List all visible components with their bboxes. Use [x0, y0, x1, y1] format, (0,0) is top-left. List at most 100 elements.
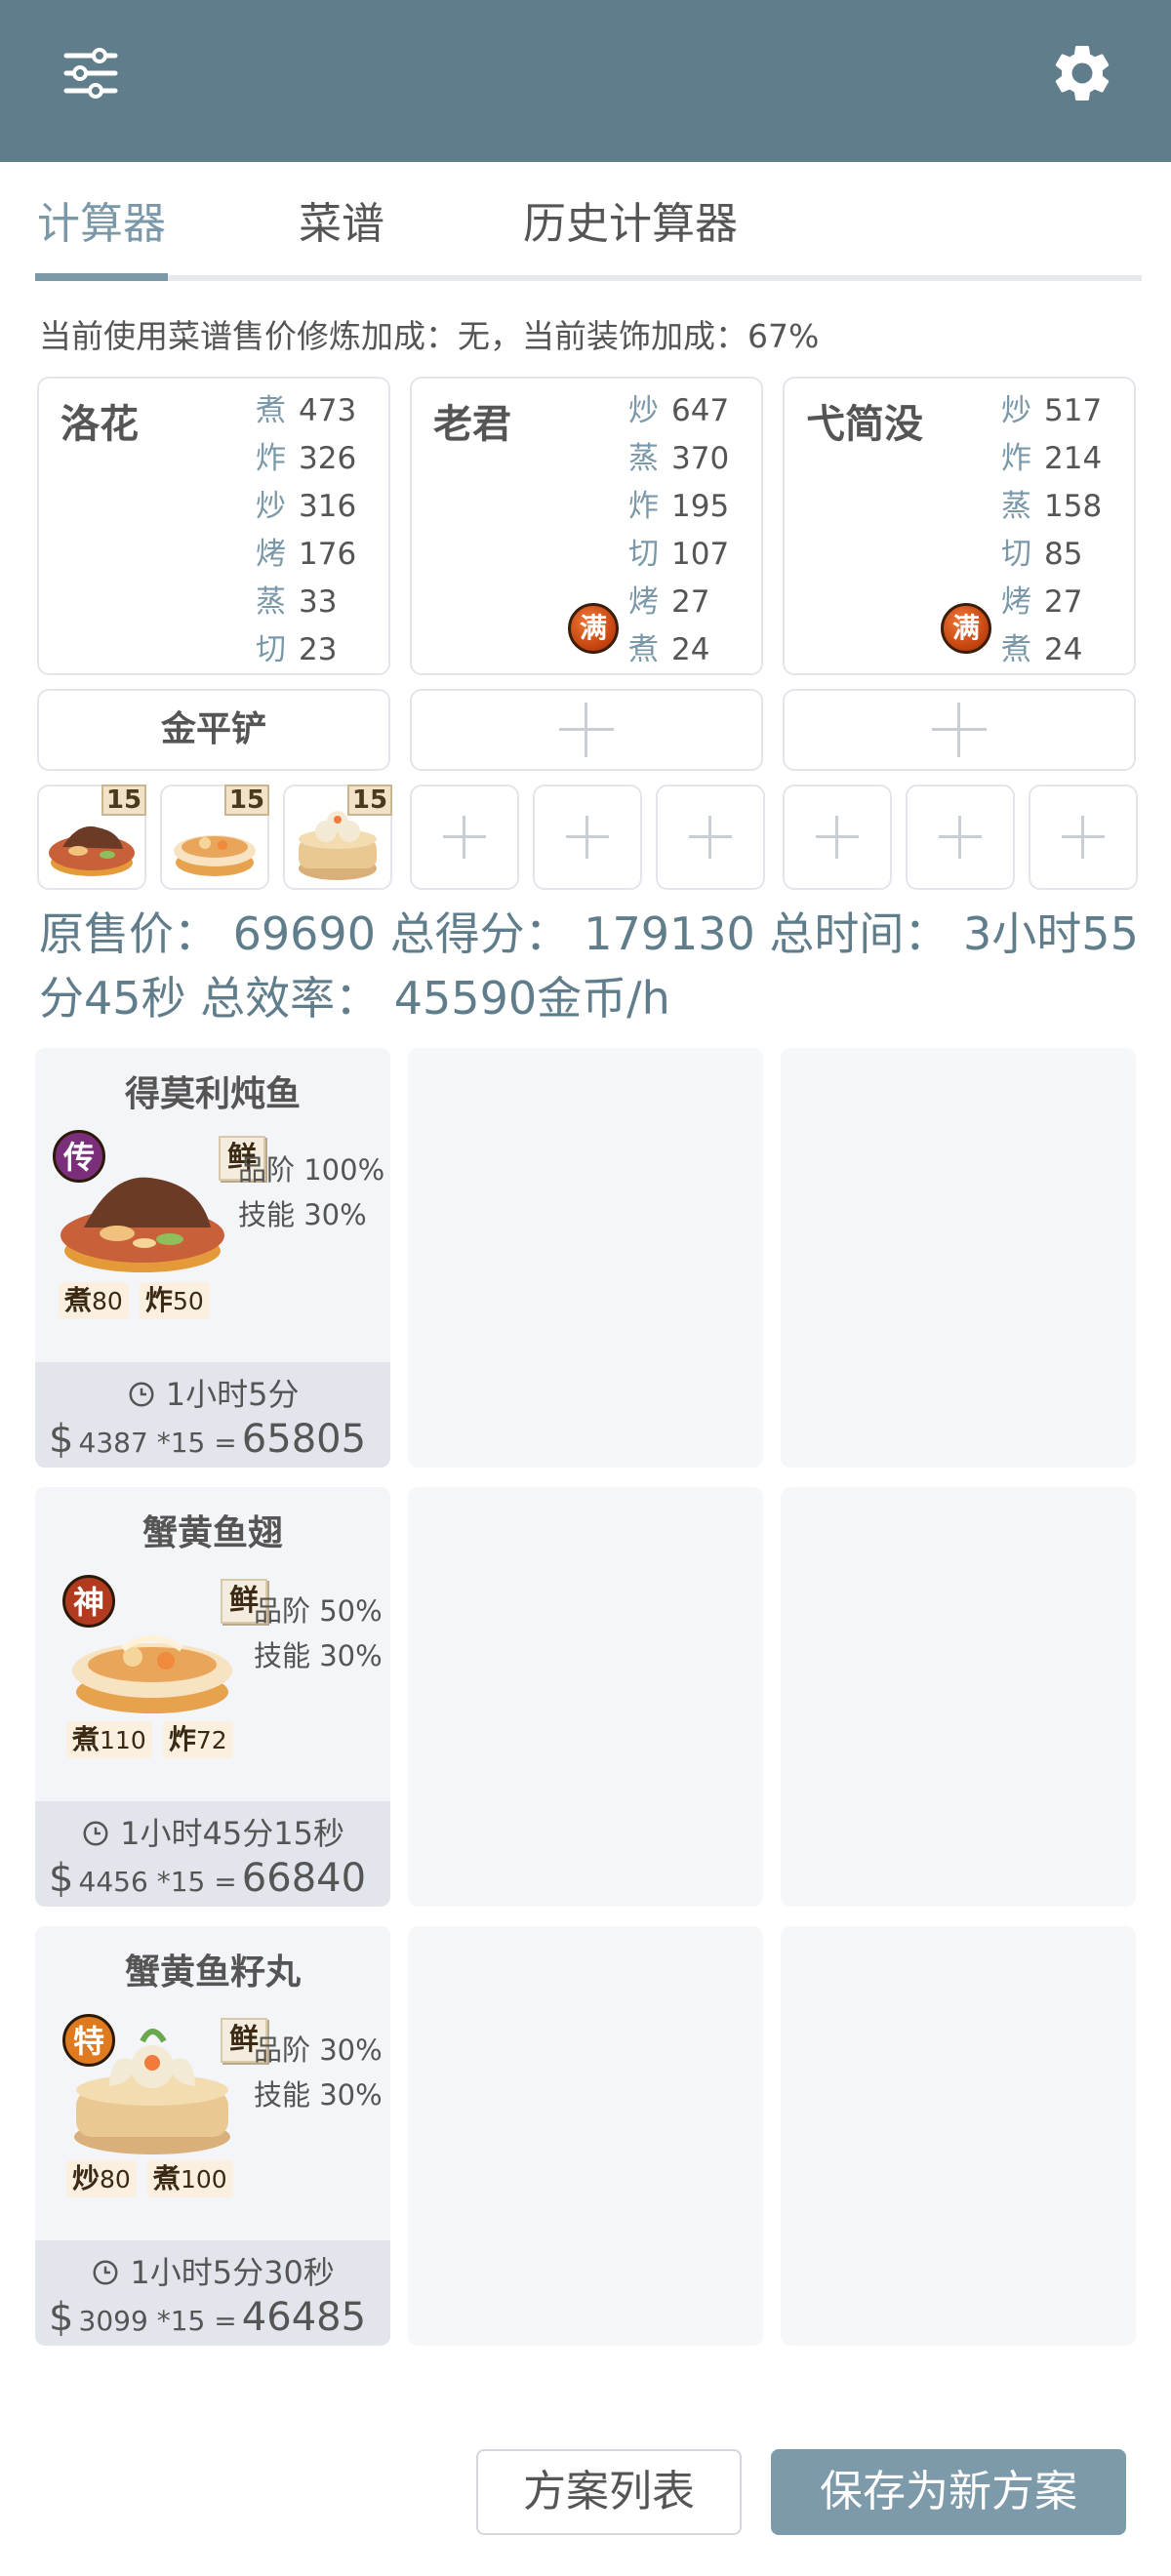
add-dish-slot[interactable]: [906, 785, 1015, 890]
dish-slot[interactable]: 15: [37, 785, 146, 890]
add-dish-slot[interactable]: [410, 785, 519, 890]
skill-type: 炒: [1001, 393, 1031, 428]
bottom-fade: [0, 2342, 1171, 2420]
skill-value: 27: [671, 584, 710, 620]
recipe-title: 蟹黄鱼籽丸: [124, 1952, 301, 1992]
cook-time-value: 1小时5分: [165, 1376, 300, 1413]
skill-type: 炒: [256, 489, 286, 524]
add-equipment-slot[interactable]: [783, 689, 1136, 771]
tab-active-indicator: [35, 273, 168, 281]
skill-bonus: 技能 30%: [254, 2078, 383, 2112]
currency-symbol: $: [49, 2295, 74, 2340]
chef-card[interactable]: 弋简没 炒 517 炸 214 蒸 158 切 85 烤 27 煮 24 满: [783, 377, 1136, 675]
requirement-value: 50: [172, 1287, 204, 1315]
add-equipment-slot[interactable]: [410, 689, 763, 771]
skill-type: 切: [628, 537, 659, 572]
plus-icon: [932, 703, 987, 757]
skill-type: 蒸: [256, 584, 286, 620]
recipe-footer: 1小时45分15秒 $ 4456 *15 = 66840: [35, 1801, 390, 1907]
tab-calculator[interactable]: 计算器: [35, 185, 168, 273]
price-total: 66840: [241, 1856, 367, 1901]
dish-slot[interactable]: 15: [160, 785, 269, 890]
skill-type: 烤: [256, 537, 286, 572]
skill-row: 炒 647: [628, 388, 761, 436]
skill-row: 蒸 33: [256, 580, 388, 627]
requirement-chip: 炸72: [162, 1721, 233, 1758]
empty-recipe-card[interactable]: [408, 1487, 763, 1907]
add-dish-slot[interactable]: [656, 785, 765, 890]
skill-value: 27: [1044, 584, 1083, 620]
recipe-bonus: 品阶 100% 技能 30%: [238, 1147, 394, 1237]
chef-card[interactable]: 洛花 煮 473 炸 326 炒 316 烤 176 蒸 33 切 23: [37, 377, 390, 675]
chef-name: 洛花: [61, 402, 139, 447]
skill-type: 烤: [1001, 584, 1031, 620]
skill-row: 煮 24: [1001, 627, 1134, 675]
skill-value: 85: [1044, 537, 1083, 572]
recipe-card[interactable]: 得莫利炖鱼 传 鲜 品阶 100% 技能 30% 煮80 炸50 1小时5分 $…: [35, 1048, 390, 1468]
tab-recipes[interactable]: 菜谱: [283, 185, 400, 273]
skill-requirements: 煮80 炸50: [59, 1282, 216, 1321]
price-total: 65805: [241, 1417, 367, 1462]
plus-icon: [689, 816, 732, 859]
save-new-plan-button[interactable]: 保存为新方案: [771, 2449, 1126, 2535]
chef-name: 老君: [433, 402, 511, 447]
price-line: $ 3099 *15 = 46485: [49, 2295, 390, 2340]
skill-type: 炸: [256, 441, 286, 476]
add-dish-slot[interactable]: [533, 785, 642, 890]
add-dish-slot[interactable]: [1029, 785, 1138, 890]
calculation-summary: 原售价： 69690 总得分： 179130 总时间： 3小时55分45秒 总效…: [39, 907, 1139, 1025]
dish-slot[interactable]: 15: [283, 785, 392, 890]
skill-row: 炸 214: [1001, 436, 1134, 484]
cook-time: 1小时45分15秒: [35, 1809, 390, 1854]
rarity-badge: 传: [53, 1130, 105, 1183]
rank-bonus: 品阶 100%: [238, 1153, 385, 1187]
skill-value: 24: [1044, 632, 1083, 667]
settings-button[interactable]: [1048, 39, 1116, 107]
recipe-card[interactable]: 蟹黄鱼翅 神 鲜 品阶 50% 技能 30% 煮110 炸72 1小时45分15…: [35, 1487, 390, 1907]
plus-icon: [939, 816, 982, 859]
equipment-slot[interactable]: 金平铲: [37, 689, 390, 771]
requirement-chip: 炸50: [139, 1282, 210, 1319]
clock-icon: [129, 1382, 154, 1407]
max-level-badge: 满: [568, 603, 619, 654]
skill-row: 炸 326: [256, 436, 388, 484]
skill-type: 炸: [1001, 441, 1031, 476]
recipe-card[interactable]: 蟹黄鱼籽丸 特 鲜 品阶 30% 技能 30% 炒80 煮100 1小时5分30…: [35, 1926, 390, 2346]
plus-icon: [566, 816, 609, 859]
empty-recipe-card[interactable]: [781, 1048, 1136, 1468]
skill-value: 23: [299, 632, 338, 667]
requirement-value: 80: [92, 1287, 123, 1315]
empty-recipe-card[interactable]: [781, 1487, 1136, 1907]
skill-row: 切 107: [628, 532, 761, 580]
requirement-chip: 煮80: [59, 1282, 129, 1319]
skill-row: 烤 27: [1001, 580, 1134, 627]
skill-type: 蒸: [1001, 489, 1031, 524]
price-calc: 3099 *15 =: [78, 2305, 237, 2337]
add-dish-slot[interactable]: [783, 785, 892, 890]
filter-settings-button[interactable]: [57, 39, 125, 107]
empty-recipe-card[interactable]: [408, 1926, 763, 2346]
requirement-type: 煮: [64, 1284, 93, 1316]
skill-type: 煮: [1001, 632, 1031, 667]
tab-history-calculator[interactable]: 历史计算器: [513, 185, 747, 273]
recipe-bonus: 品阶 30% 技能 30%: [254, 2028, 410, 2117]
plan-list-button[interactable]: 方案列表: [476, 2449, 742, 2535]
skill-type: 炒: [628, 393, 659, 428]
skill-row: 炒 517: [1001, 388, 1134, 436]
skill-type: 切: [1001, 537, 1031, 572]
chef-skills: 炒 647 蒸 370 炸 195 切 107 烤 27 煮 24: [628, 388, 761, 675]
cook-time: 1小时5分30秒: [35, 2248, 390, 2293]
plus-icon: [816, 816, 859, 859]
skill-value: 24: [671, 632, 710, 667]
requirement-chip: 煮110: [66, 1721, 152, 1758]
skill-row: 炒 316: [256, 484, 388, 532]
skill-row: 炸 195: [628, 484, 761, 532]
skill-type: 煮: [256, 393, 286, 428]
skill-value: 176: [299, 537, 357, 572]
requirement-chip: 煮100: [146, 2160, 233, 2197]
price-calc: 4456 *15 =: [78, 1866, 237, 1898]
empty-recipe-card[interactable]: [781, 1926, 1136, 2346]
chef-card[interactable]: 老君 炒 647 蒸 370 炸 195 切 107 烤 27 煮 24 满: [410, 377, 763, 675]
price-line: $ 4456 *15 = 66840: [49, 1856, 390, 1901]
empty-recipe-card[interactable]: [408, 1048, 763, 1468]
